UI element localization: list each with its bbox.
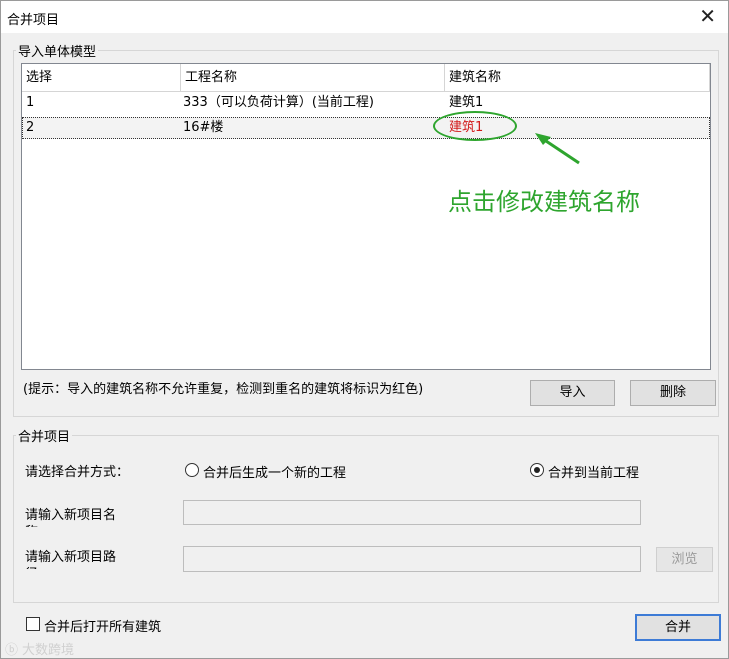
- table-row-selected[interactable]: 2 16#楼 建筑1: [22, 117, 710, 139]
- watermark-text: 大数跨境: [22, 643, 75, 658]
- new-project-path-field[interactable]: [183, 546, 641, 572]
- merge-project-legend: 合并项目: [18, 430, 71, 445]
- browse-button[interactable]: 浏览: [656, 547, 713, 572]
- list-header: 选择 工程名称 建筑名称: [22, 64, 710, 92]
- row-building-cell[interactable]: 建筑1: [445, 92, 710, 114]
- watermark: ⓑ 大数跨境: [5, 639, 74, 658]
- row-select-cell[interactable]: 1: [22, 92, 181, 114]
- import-button[interactable]: 导入: [530, 380, 615, 406]
- window-title: 合并项目: [7, 13, 60, 28]
- row-project-cell: 16#楼: [183, 120, 224, 135]
- close-icon[interactable]: ✕: [699, 5, 716, 27]
- delete-button[interactable]: 删除: [630, 380, 716, 406]
- row-project-cell: 333（可以负荷计算）(当前工程): [183, 95, 374, 110]
- table-row[interactable]: 1 333（可以负荷计算）(当前工程) 建筑1: [22, 92, 710, 114]
- merge-project-dialog: 合并项目 ✕ 导入单体模型 选择 工程名称 建筑名称 1 333（可以负荷计算）…: [0, 0, 729, 659]
- radio-new-project[interactable]: [185, 463, 199, 477]
- merge-button[interactable]: 合并: [635, 614, 721, 641]
- new-project-name-field[interactable]: [183, 500, 641, 525]
- radio-new-project-label[interactable]: 合并后生成一个新的工程: [203, 462, 346, 481]
- new-project-name-label: 请输入新项目名称：: [25, 508, 117, 527]
- open-all-buildings-checkbox[interactable]: [26, 617, 40, 631]
- annotation-text: 点击修改建筑名称: [448, 188, 640, 216]
- row-select-cell[interactable]: 2: [22, 117, 181, 139]
- radio-merge-current-label[interactable]: 合并到当前工程: [548, 462, 639, 481]
- title-bar: 合并项目 ✕: [1, 1, 728, 33]
- column-header-select[interactable]: 选择: [22, 64, 181, 91]
- import-model-legend: 导入单体模型: [18, 45, 97, 60]
- radio-merge-current[interactable]: [530, 463, 544, 477]
- duplicate-hint-text: (提示：导入的建筑名称不允许重复，检测到重名的建筑将标识为红色): [23, 382, 424, 397]
- open-all-buildings-label[interactable]: 合并后打开所有建筑: [44, 616, 161, 635]
- new-project-path-label: 请输入新项目路径：: [25, 550, 117, 569]
- merge-method-label: 请选择合并方式：: [25, 465, 130, 480]
- column-header-project-name[interactable]: 工程名称: [181, 64, 445, 91]
- column-header-building-name[interactable]: 建筑名称: [445, 64, 710, 91]
- watermark-logo-icon: ⓑ: [5, 643, 19, 658]
- annotation-arrow-icon: [535, 133, 580, 165]
